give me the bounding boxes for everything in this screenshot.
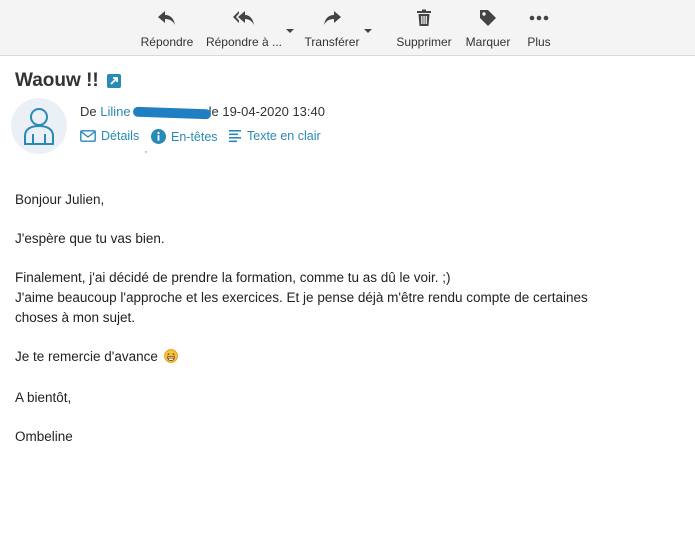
plain-text-label: Texte en clair (247, 129, 321, 143)
message-subject: Waouw !! (15, 70, 121, 92)
subject-text: Waouw !! (15, 70, 99, 91)
forward-dropdown-caret[interactable] (363, 23, 373, 33)
reply-all-button[interactable]: Répondre à ... (204, 4, 284, 52)
reply-icon (157, 6, 177, 30)
more-dots-icon (529, 6, 549, 30)
body-line-5-wrapper: Je te remercie d'avance (15, 347, 680, 369)
trash-icon (416, 6, 432, 30)
plain-text-link[interactable]: Texte en clair (228, 129, 321, 143)
external-link-icon[interactable] (106, 74, 121, 88)
reply-button[interactable]: Répondre (140, 4, 194, 52)
sender-line: De Liline le 19-04-2020 13:40 (80, 104, 325, 119)
redaction-mark (132, 106, 211, 119)
delete-button[interactable]: Supprimer (395, 4, 453, 52)
envelope-icon (80, 130, 96, 142)
body-closing: A bientôt, (15, 390, 72, 405)
avatar-icon (11, 98, 67, 154)
delete-label: Supprimer (396, 35, 452, 49)
body-greeting: Bonjour Julien, (15, 192, 105, 207)
info-icon (151, 129, 166, 144)
body-line-3: J'aime beaucoup l'approche et les exerci… (15, 290, 588, 305)
reply-all-icon (232, 6, 256, 30)
tag-icon (478, 6, 498, 30)
message-body: Bonjour Julien, J'espère que tu vas bien… (15, 190, 680, 447)
grin-emoji-icon (163, 349, 178, 369)
headers-label: En-têtes (171, 129, 218, 144)
forward-button[interactable]: Transférer (302, 4, 362, 52)
sender-name[interactable]: Liline (100, 104, 130, 119)
details-label: Détails (101, 129, 140, 143)
forward-icon (322, 6, 342, 30)
body-signature: Ombeline (15, 429, 73, 444)
details-link[interactable]: Détails (80, 129, 139, 143)
plain-text-icon (229, 130, 241, 143)
body-line-2: Finalement, j'ai décidé de prendre la fo… (15, 270, 451, 285)
stray-mark: ' (145, 150, 147, 161)
from-prefix: De (80, 104, 97, 119)
reply-all-dropdown-caret[interactable] (285, 23, 295, 33)
more-button[interactable]: Plus (522, 4, 556, 52)
more-label: Plus (527, 35, 551, 49)
body-line-4: choses à mon sujet. (15, 310, 136, 325)
message-date: le 19-04-2020 13:40 (208, 104, 325, 119)
mark-label: Marquer (465, 35, 511, 49)
forward-label: Transférer (304, 35, 360, 49)
body-line-1: J'espère que tu vas bien. (15, 231, 165, 246)
message-toolbar: Répondre Répondre à ... Transférer Suppr… (0, 0, 695, 56)
mark-button[interactable]: Marquer (463, 4, 513, 52)
headers-link[interactable]: En-têtes (151, 129, 218, 144)
body-line-5: Je te remercie d'avance (15, 349, 158, 364)
reply-label: Répondre (140, 35, 194, 49)
reply-all-label: Répondre à ... (205, 35, 283, 49)
